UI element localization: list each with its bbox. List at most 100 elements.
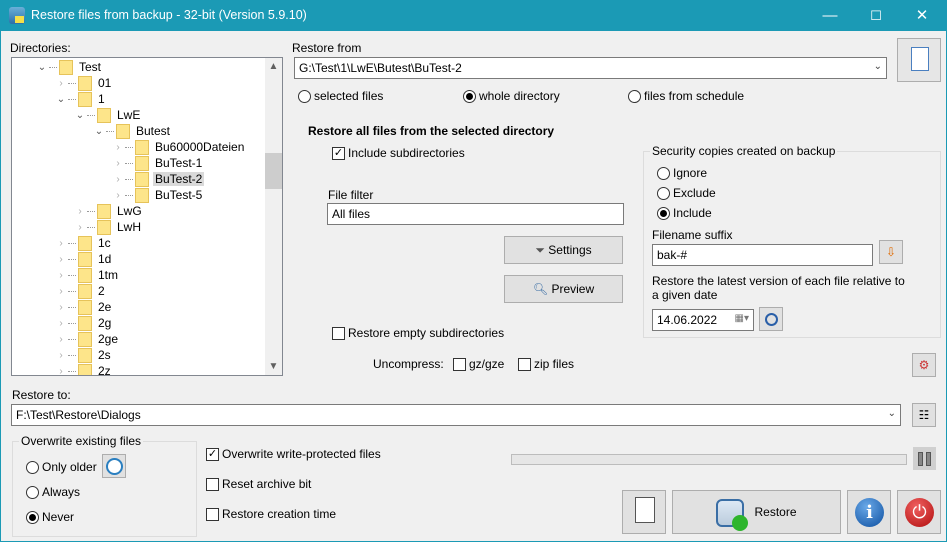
security-ignore[interactable]: Ignore — [657, 166, 707, 180]
radio-selected-files[interactable] — [298, 89, 311, 103]
copy-path-button[interactable] — [897, 38, 941, 82]
radio-button[interactable] — [26, 510, 39, 524]
tree-item[interactable]: › 2 — [56, 283, 107, 299]
tree-item[interactable]: › 2z — [56, 363, 113, 376]
radio-button[interactable] — [26, 485, 39, 499]
chevron-right-icon[interactable]: › — [56, 286, 66, 297]
exit-button[interactable]: ⏻ — [897, 490, 941, 534]
overwrite-write-protected-checkbox[interactable]: ✓ Overwrite write-protected files — [206, 447, 381, 461]
chevron-down-icon[interactable]: ⌄ — [874, 61, 882, 72]
settings-button[interactable]: ⏷ Settings — [504, 236, 623, 264]
mode-whole-directory[interactable]: whole directory — [463, 89, 560, 103]
include-subdirectories-checkbox[interactable]: ✓ Include subdirectories — [332, 146, 465, 160]
chevron-right-icon[interactable]: › — [113, 142, 123, 153]
tree-item[interactable]: › BuTest-1 — [113, 155, 204, 171]
advanced-settings-button[interactable]: ⚙ — [912, 353, 936, 377]
chevron-right-icon[interactable]: › — [113, 190, 123, 201]
chevron-right-icon[interactable]: › — [56, 254, 66, 265]
chevron-right-icon[interactable]: › — [56, 318, 66, 329]
chevron-right-icon[interactable]: › — [75, 206, 85, 217]
radio-whole-directory[interactable] — [463, 89, 476, 103]
pause-button[interactable] — [913, 447, 936, 470]
mode-files-from-schedule[interactable]: files from schedule — [628, 89, 744, 103]
chevron-right-icon[interactable]: › — [75, 222, 85, 233]
checkbox-box[interactable] — [518, 357, 531, 371]
chevron-down-icon[interactable]: ⌄ — [75, 110, 85, 121]
insert-placeholder-button[interactable]: ⇩ — [879, 240, 903, 264]
maximize-button[interactable]: ☐ — [853, 0, 899, 31]
chevron-right-icon[interactable]: › — [113, 158, 123, 169]
mode-selected-files[interactable]: selected files — [298, 89, 383, 103]
overwrite-never[interactable]: Never — [26, 510, 74, 524]
overwrite-only-older[interactable]: Only older — [26, 460, 97, 474]
filename-suffix-input[interactable]: bak-# — [652, 244, 873, 266]
scroll-up-icon[interactable]: ▲ — [265, 61, 282, 72]
tree-item[interactable]: ⌄ 1 — [56, 91, 107, 107]
restore-creation-time-checkbox[interactable]: Restore creation time — [206, 507, 336, 521]
security-exclude[interactable]: Exclude — [657, 186, 716, 200]
chevron-right-icon[interactable]: › — [56, 270, 66, 281]
tree-item[interactable]: › LwG — [75, 203, 144, 219]
chevron-right-icon[interactable]: › — [56, 78, 66, 89]
preview-button[interactable]: 🔍︎ Preview — [504, 275, 623, 303]
tree-item[interactable]: › LwH — [75, 219, 143, 235]
checkmark-icon[interactable]: ✓ — [206, 447, 219, 461]
restore-to-combo[interactable]: F:\Test\Restore\Dialogs ⌄ — [11, 404, 901, 426]
chevron-right-icon[interactable]: › — [56, 366, 66, 376]
checkbox-box[interactable] — [206, 507, 219, 521]
calendar-dropdown-icon[interactable]: ▦▾ — [735, 313, 749, 324]
zip-checkbox[interactable]: zip files — [518, 357, 574, 371]
tree-item[interactable]: ⌄ Test — [37, 59, 103, 75]
tree-item[interactable]: › BuTest-5 — [113, 187, 204, 203]
browse-target-button[interactable]: ☷ — [912, 403, 936, 427]
tree-item[interactable]: › 2g — [56, 315, 113, 331]
tree-item[interactable]: › 01 — [56, 75, 113, 91]
tree-item[interactable]: › 2s — [56, 347, 113, 363]
tree-scrollbar[interactable]: ▲ ▼ — [265, 58, 282, 375]
tree-item[interactable]: › 1d — [56, 251, 113, 267]
tree-item[interactable]: ⌄ Butest — [94, 123, 172, 139]
radio-button[interactable] — [657, 186, 670, 200]
chevron-right-icon[interactable]: › — [113, 174, 123, 185]
chevron-right-icon[interactable]: › — [56, 350, 66, 361]
reset-archive-bit-checkbox[interactable]: Reset archive bit — [206, 477, 311, 491]
tree-item[interactable]: › 2ge — [56, 331, 120, 347]
gz-checkbox[interactable]: gz/gze — [453, 357, 504, 371]
chevron-right-icon[interactable]: › — [56, 334, 66, 345]
chevron-down-icon[interactable]: ⌄ — [94, 126, 104, 137]
chevron-down-icon[interactable]: ⌄ — [56, 94, 66, 105]
chevron-down-icon[interactable]: ⌄ — [37, 62, 47, 73]
radio-button[interactable] — [657, 166, 670, 180]
security-include[interactable]: Include — [657, 206, 712, 220]
minimize-button[interactable]: — — [807, 0, 853, 31]
checkbox-box[interactable] — [453, 357, 466, 371]
view-log-button[interactable] — [622, 490, 666, 534]
tree-item[interactable]: › 1c — [56, 235, 113, 251]
tree-item[interactable]: › BuTest-2 — [113, 171, 205, 187]
scrollbar-thumb[interactable] — [265, 153, 282, 189]
info-button[interactable]: i — [847, 490, 891, 534]
chevron-right-icon[interactable]: › — [56, 238, 66, 249]
time-settings-button[interactable] — [102, 454, 126, 478]
date-picker[interactable]: 14.06.2022 ▦▾ — [652, 309, 754, 331]
reset-date-button[interactable] — [759, 307, 783, 331]
directory-tree[interactable]: ⌄ Test › 01 ⌄ 1 ⌄ LwE ⌄ Butest › Bu60000Dateien › BuT… — [11, 57, 283, 376]
checkbox-box[interactable] — [332, 326, 345, 340]
restore-button[interactable]: Restore — [672, 490, 841, 534]
tree-item[interactable]: › 1tm — [56, 267, 120, 283]
scroll-down-icon[interactable]: ▼ — [265, 361, 282, 372]
file-filter-input[interactable]: All files — [327, 203, 624, 225]
chevron-down-icon[interactable]: ⌄ — [888, 408, 896, 419]
overwrite-always[interactable]: Always — [26, 485, 80, 499]
tree-item[interactable]: › 2e — [56, 299, 113, 315]
close-button[interactable]: ✕ — [899, 0, 945, 31]
checkbox-box[interactable] — [206, 477, 219, 491]
radio-files-from-schedule[interactable] — [628, 89, 641, 103]
radio-button[interactable] — [657, 206, 670, 220]
chevron-right-icon[interactable]: › — [56, 302, 66, 313]
restore-empty-subdirectories-checkbox[interactable]: Restore empty subdirectories — [332, 326, 504, 340]
tree-item[interactable]: ⌄ LwE — [75, 107, 142, 123]
radio-button[interactable] — [26, 460, 39, 474]
restore-from-combo[interactable]: G:\Test\1\LwE\Butest\BuTest-2 ⌄ — [294, 57, 887, 79]
checkmark-icon[interactable]: ✓ — [332, 146, 345, 160]
